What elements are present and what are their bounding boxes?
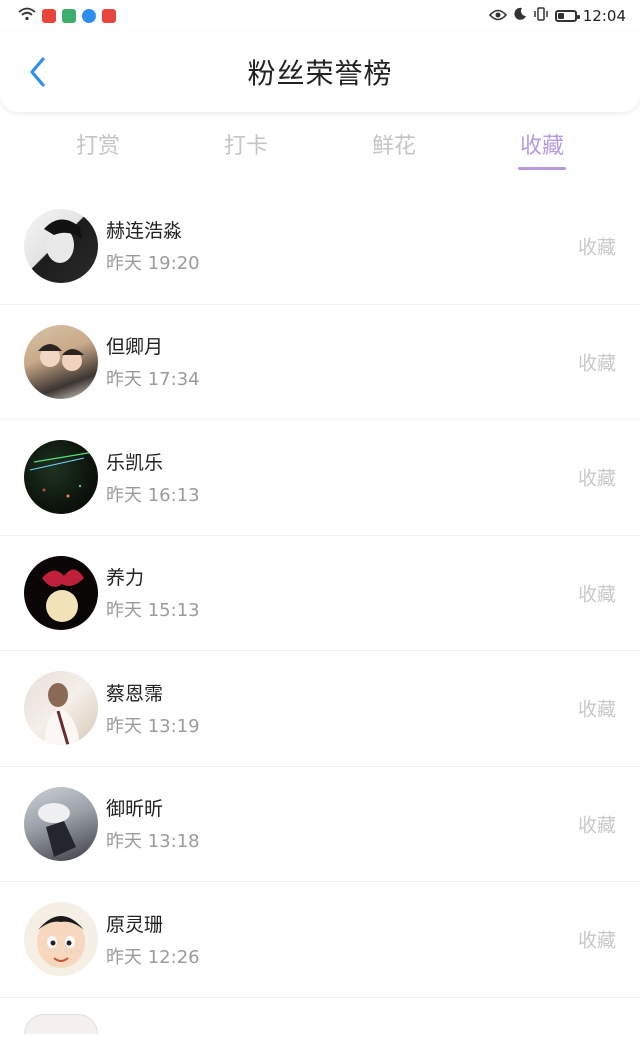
tab-label: 打赏 xyxy=(75,134,120,159)
favorite-label: 收藏 xyxy=(577,352,616,375)
list-item-meta: 原灵珊 昨天 12:26 xyxy=(106,910,200,969)
list-item-meta: 御昕昕 昨天 13:18 xyxy=(106,794,200,853)
list-item[interactable]: 但卿月 昨天 17:34 收藏 xyxy=(0,303,640,420)
app-icon xyxy=(102,9,116,23)
tab-checkin[interactable]: 打卡 xyxy=(172,112,320,176)
wifi-icon xyxy=(18,7,36,25)
tab-favorites[interactable]: 收藏 xyxy=(468,112,616,176)
avatar xyxy=(24,324,98,399)
status-bar-right: 12:04 xyxy=(488,7,626,25)
favorite-label: 收藏 xyxy=(577,236,616,259)
app-icon xyxy=(82,9,96,23)
user-name: 但卿月 xyxy=(106,336,164,359)
timestamp: 昨天 12:26 xyxy=(106,946,200,968)
user-name: 御昕昕 xyxy=(106,798,164,821)
tab-bar: 打赏 打卡 鲜花 收藏 xyxy=(0,112,640,176)
tab-label: 打卡 xyxy=(223,134,268,159)
timestamp: 昨天 17:34 xyxy=(106,369,200,391)
tab-reward[interactable]: 打赏 xyxy=(24,112,172,176)
app-icon xyxy=(42,9,56,23)
avatar xyxy=(24,786,98,861)
back-button[interactable] xyxy=(20,54,56,90)
battery-icon xyxy=(554,10,580,22)
status-time: 12:04 xyxy=(582,7,626,25)
favorite-label: 收藏 xyxy=(577,583,616,606)
list-item[interactable]: 蔡恩霈 昨天 13:19 收藏 xyxy=(0,650,640,766)
status-bar: 12:04 xyxy=(0,0,640,32)
list-item-meta: 乐凯乐 昨天 16:13 xyxy=(106,448,200,507)
list-item-meta: 蔡恩霈 昨天 13:19 xyxy=(106,679,200,738)
list-item-meta: 但卿月 昨天 17:34 xyxy=(106,332,200,391)
avatar xyxy=(24,440,98,515)
user-name: 养力 xyxy=(106,567,145,590)
list-item[interactable]: 养力 昨天 15:13 收藏 xyxy=(0,534,640,651)
app-icon xyxy=(62,9,76,23)
user-name: 乐凯乐 xyxy=(106,451,164,474)
list-item[interactable] xyxy=(0,996,640,1038)
tab-label: 鲜花 xyxy=(371,134,416,159)
timestamp: 昨天 16:13 xyxy=(106,484,200,506)
avatar xyxy=(24,208,98,283)
tab-label: 收藏 xyxy=(519,134,564,159)
timestamp: 昨天 15:13 xyxy=(106,600,200,622)
user-name: 原灵珊 xyxy=(106,913,164,936)
favorite-label: 收藏 xyxy=(577,467,616,490)
vibrate-icon xyxy=(533,7,549,25)
avatar xyxy=(24,671,98,746)
list-item[interactable]: 乐凯乐 昨天 16:13 收藏 xyxy=(0,419,640,535)
tab-flowers[interactable]: 鲜花 xyxy=(320,112,468,176)
timestamp: 昨天 13:19 xyxy=(106,715,200,737)
favorite-label: 收藏 xyxy=(577,929,616,952)
chevron-left-icon xyxy=(30,57,45,87)
eye-icon xyxy=(488,7,507,25)
favorite-label: 收藏 xyxy=(577,698,616,721)
status-bar-left xyxy=(18,7,116,25)
user-name: 蔡恩霈 xyxy=(106,682,164,705)
timestamp: 昨天 19:20 xyxy=(106,253,200,275)
avatar xyxy=(24,555,98,630)
page-title: 粉丝荣誉榜 xyxy=(247,57,393,90)
list-item[interactable]: 赫连浩淼 昨天 19:20 收藏 xyxy=(0,188,640,304)
list-item-meta: 养力 昨天 15:13 xyxy=(106,563,200,622)
avatar xyxy=(24,902,98,977)
fan-list: 赫连浩淼 昨天 19:20 收藏 但卿月 昨天 17:34 收藏 乐凯乐 昨天 … xyxy=(0,188,640,1038)
timestamp: 昨天 13:18 xyxy=(106,831,200,853)
list-item[interactable]: 原灵珊 昨天 12:26 收藏 xyxy=(0,881,640,997)
user-name: 赫连浩淼 xyxy=(106,220,183,243)
moon-icon xyxy=(513,7,527,25)
header: 粉丝荣誉榜 xyxy=(0,32,640,112)
favorite-label: 收藏 xyxy=(577,814,616,837)
list-item-meta: 赫连浩淼 昨天 19:20 xyxy=(106,216,200,275)
list-item[interactable]: 御昕昕 昨天 13:18 收藏 xyxy=(0,765,640,882)
active-tab-indicator xyxy=(518,167,566,170)
